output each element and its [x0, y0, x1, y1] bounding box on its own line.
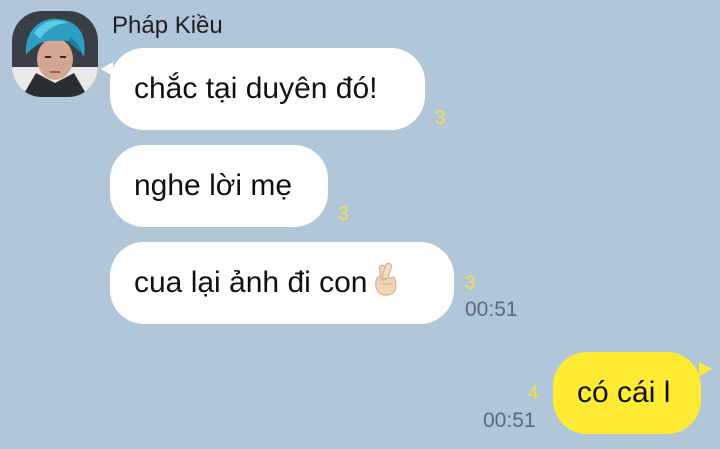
- message-text: chắc tại duyên đó!: [134, 72, 378, 105]
- bubble-tail: [101, 62, 113, 76]
- message-text: cua lại ảnh đi con: [134, 266, 368, 299]
- crossed-fingers-icon: [370, 261, 400, 305]
- message-text: nghe lời mẹ: [134, 169, 293, 202]
- unread-count: 3: [435, 108, 446, 129]
- unread-count: 4: [528, 383, 539, 404]
- avatar[interactable]: [12, 11, 98, 97]
- incoming-message-bubble[interactable]: chắc tại duyên đó!: [101, 48, 425, 130]
- message-timestamp: 00:51: [483, 409, 536, 432]
- message-text: có cái l: [577, 376, 671, 409]
- bubble-tail: [699, 362, 712, 376]
- incoming-message-bubble[interactable]: nghe lời mẹ: [110, 145, 328, 227]
- unread-count: 3: [338, 204, 349, 225]
- outgoing-message-bubble[interactable]: có cái l: [553, 352, 712, 434]
- incoming-message-bubble[interactable]: cua lại ảnh đi con: [110, 242, 454, 324]
- message-timestamp: 00:51: [465, 298, 518, 321]
- unread-count: 3: [465, 273, 476, 294]
- sender-name: Pháp Kiều: [112, 12, 223, 39]
- profile-photo: [12, 11, 98, 97]
